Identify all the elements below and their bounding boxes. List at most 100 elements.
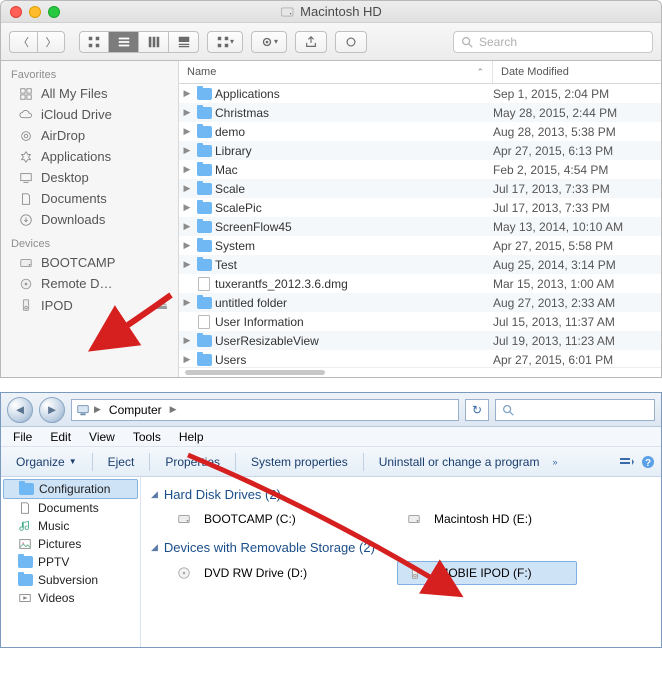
file-date: May 13, 2014, 10:10 AM (489, 220, 661, 234)
file-row[interactable]: ▶ApplicationsSep 1, 2015, 2:04 PM (179, 84, 661, 103)
sidebar-item-label: Downloads (41, 212, 105, 227)
address-bar[interactable]: ▶ Computer ▶ (71, 399, 459, 421)
file-row[interactable]: ▶ScalePicJul 17, 2013, 7:33 PM (179, 198, 661, 217)
sidebar-section-devices: Devices (1, 230, 178, 252)
disclosure-triangle-icon[interactable]: ▶ (179, 126, 195, 137)
view-coverflow-button[interactable] (169, 31, 199, 53)
tree-item-configuration[interactable]: Configuration (3, 479, 138, 499)
file-row[interactable]: ▶ScreenFlow45May 13, 2014, 10:10 AM (179, 217, 661, 236)
disclosure-triangle-icon[interactable]: ▶ (179, 202, 195, 213)
sidebar-item-label: iCloud Drive (41, 107, 112, 122)
ipod-icon (17, 298, 34, 313)
file-row[interactable]: ▶SystemApr 27, 2015, 5:58 PM (179, 236, 661, 255)
folder-icon (197, 107, 212, 119)
column-header-date[interactable]: Date Modified (493, 61, 661, 83)
tree-item-music[interactable]: Music (1, 517, 140, 535)
menu-help[interactable]: Help (171, 429, 212, 445)
disclosure-triangle-icon[interactable]: ▶ (179, 221, 195, 232)
disclosure-triangle-icon[interactable]: ▶ (179, 259, 195, 270)
navigation-tree: ConfigurationDocumentsMusicPicturesPPTVS… (1, 477, 141, 647)
chevron-right-icon[interactable]: ▶ (170, 404, 177, 415)
sidebar-item-applications[interactable]: Applications (1, 146, 178, 167)
titlebar[interactable]: Macintosh HD (1, 1, 661, 23)
tags-button[interactable] (335, 31, 367, 53)
disclosure-triangle-icon[interactable]: ▶ (179, 107, 195, 118)
sidebar-device-bootcamp[interactable]: BOOTCAMP (1, 252, 178, 273)
desktop-icon (17, 170, 34, 185)
disclosure-triangle-icon[interactable]: ▶ (179, 145, 195, 156)
disclosure-triangle-icon[interactable]: ▶ (179, 335, 195, 346)
sidebar-item-label: IPOD (41, 298, 73, 313)
organize-button[interactable]: Organize ▼ (7, 452, 86, 472)
disclosure-triangle-icon[interactable]: ▶ (179, 164, 195, 175)
menu-tools[interactable]: Tools (125, 429, 169, 445)
action-button[interactable]: ▾ (251, 31, 287, 53)
file-date: May 28, 2015, 2:44 PM (489, 106, 661, 120)
help-icon[interactable]: ? (641, 455, 655, 469)
menu-edit[interactable]: Edit (42, 429, 79, 445)
view-icon-button[interactable] (79, 31, 109, 53)
file-icon (198, 277, 210, 291)
file-row[interactable]: ▶ScaleJul 17, 2013, 7:33 PM (179, 179, 661, 198)
disclosure-triangle-icon[interactable]: ▶ (179, 88, 195, 99)
file-row[interactable]: ▶MacFeb 2, 2015, 4:54 PM (179, 160, 661, 179)
maximize-icon[interactable] (48, 6, 60, 18)
chevron-right-icon[interactable]: ▶ (94, 404, 101, 415)
search-input[interactable]: Search (453, 31, 653, 53)
back-button[interactable]: 〈 (9, 31, 37, 53)
file-row[interactable]: tuxerantfs_2012.3.6.dmgMar 15, 2013, 1:0… (179, 274, 661, 293)
file-date: Aug 28, 2013, 5:38 PM (489, 125, 661, 139)
arrange-button[interactable]: ▾ (207, 31, 243, 53)
close-icon[interactable] (10, 6, 22, 18)
sidebar-item-airdrop[interactable]: AirDrop (1, 125, 178, 146)
downloads-icon (17, 212, 34, 227)
view-list-button[interactable] (109, 31, 139, 53)
breadcrumb-computer[interactable]: Computer (105, 400, 166, 420)
remote-disc-icon (17, 276, 34, 291)
menu-view[interactable]: View (81, 429, 123, 445)
computer-icon (76, 403, 90, 417)
sidebar-item-icloud[interactable]: iCloud Drive (1, 104, 178, 125)
sidebar-item-desktop[interactable]: Desktop (1, 167, 178, 188)
sidebar-item-downloads[interactable]: Downloads (1, 209, 178, 230)
file-row[interactable]: ▶LibraryApr 27, 2015, 6:13 PM (179, 141, 661, 160)
view-column-button[interactable] (139, 31, 169, 53)
search-input[interactable] (495, 399, 655, 421)
tree-item-pictures[interactable]: Pictures (1, 535, 140, 553)
disclosure-triangle-icon[interactable]: ▶ (179, 183, 195, 194)
eject-button[interactable]: Eject (99, 452, 144, 472)
hdd-icon (17, 255, 34, 270)
disclosure-triangle-icon[interactable]: ▶ (179, 354, 195, 365)
toolbar: 〈 〉 ▾ ▾ Search (1, 23, 661, 61)
tree-item-documents[interactable]: Documents (1, 499, 140, 517)
disclosure-triangle-icon[interactable]: ▶ (179, 297, 195, 308)
menu-file[interactable]: File (5, 429, 40, 445)
view-options-icon[interactable] (619, 455, 635, 469)
sidebar-item-label: Documents (41, 191, 107, 206)
file-date: Jul 15, 2013, 11:37 AM (489, 315, 661, 329)
file-row[interactable]: ▶UserResizableViewJul 19, 2013, 11:23 AM (179, 331, 661, 350)
forward-button[interactable]: 〉 (37, 31, 65, 53)
file-row[interactable]: ▶UsersApr 27, 2015, 6:01 PM (179, 350, 661, 367)
column-header-name[interactable]: Name⌃ (179, 61, 493, 83)
horizontal-scrollbar[interactable] (179, 367, 661, 377)
sidebar-item-documents[interactable]: Documents (1, 188, 178, 209)
share-button[interactable] (295, 31, 327, 53)
file-row[interactable]: ▶ChristmasMay 28, 2015, 2:44 PM (179, 103, 661, 122)
refresh-button[interactable]: ↻ (465, 399, 489, 421)
file-row[interactable]: ▶demoAug 28, 2013, 5:38 PM (179, 122, 661, 141)
disclosure-triangle-icon[interactable]: ▶ (179, 240, 195, 251)
gear-icon (260, 35, 274, 49)
sidebar-item-label: BOOTCAMP (41, 255, 115, 270)
file-row[interactable]: User InformationJul 15, 2013, 11:37 AM (179, 312, 661, 331)
back-button[interactable]: ◄ (7, 397, 33, 423)
tree-item-pptv[interactable]: PPTV (1, 553, 140, 571)
forward-button[interactable]: ► (39, 397, 65, 423)
tree-item-subversion[interactable]: Subversion (1, 571, 140, 589)
minimize-icon[interactable] (29, 6, 41, 18)
file-row[interactable]: ▶untitled folderAug 27, 2013, 2:33 AM (179, 293, 661, 312)
icloud-icon (17, 107, 34, 122)
file-row[interactable]: ▶TestAug 25, 2014, 3:14 PM (179, 255, 661, 274)
tree-item-videos[interactable]: Videos (1, 589, 140, 607)
sidebar-item-all-files[interactable]: All My Files (1, 83, 178, 104)
